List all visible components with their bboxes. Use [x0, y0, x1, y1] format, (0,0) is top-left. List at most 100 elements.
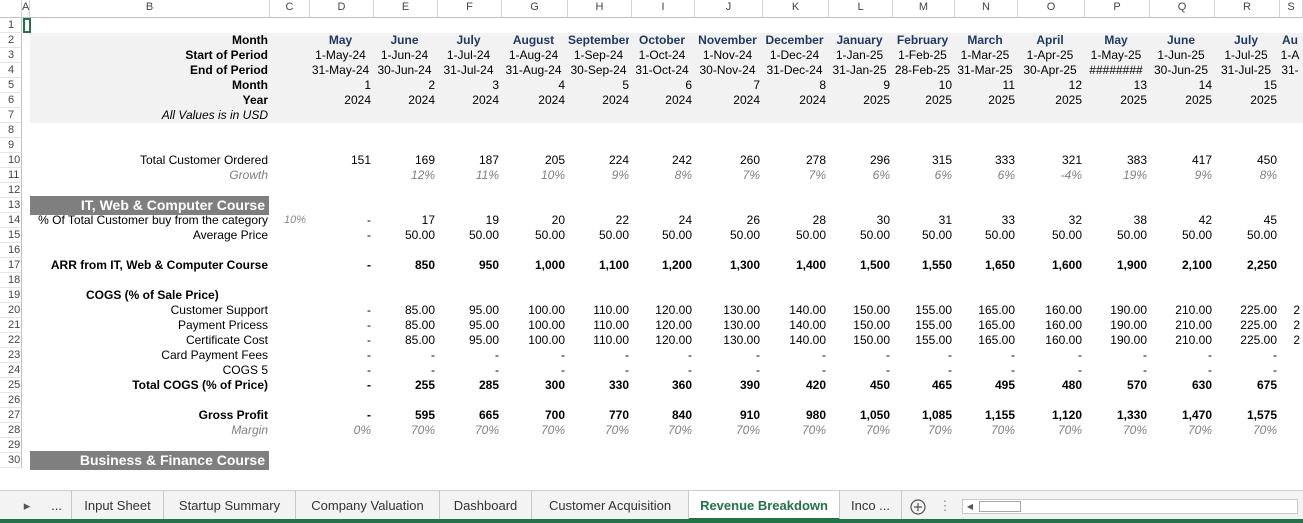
value-cell[interactable]: 285 [438, 378, 499, 393]
value-cell[interactable]: - [438, 363, 499, 378]
value-cell[interactable]: 140.00 [763, 333, 826, 348]
value-cell[interactable]: 50.00 [1085, 228, 1147, 243]
start-date-cell[interactable]: 1-May-24 [310, 48, 371, 63]
row-header[interactable]: 5 [0, 78, 22, 93]
value-cell[interactable]: 1,300 [695, 258, 760, 273]
value-cell[interactable]: 32 [1018, 213, 1082, 228]
tab-company-valuation[interactable]: Company Valuation [296, 491, 440, 521]
value-cell[interactable]: -4% [1018, 168, 1082, 183]
value-cell[interactable]: 1,400 [763, 258, 826, 273]
value-cell[interactable]: 210.00 [1150, 333, 1212, 348]
value-cell[interactable]: 1,575 [1215, 408, 1277, 423]
value-cell[interactable]: 225.00 [1215, 318, 1277, 333]
value-cell[interactable]: - [374, 363, 435, 378]
value-cell[interactable]: 1,650 [955, 258, 1015, 273]
row-header[interactable]: 19 [0, 288, 22, 303]
value-cell[interactable]: 70% [893, 423, 952, 438]
month-number-cell[interactable]: 4 [502, 78, 565, 93]
value-cell[interactable]: - [1150, 363, 1212, 378]
month-number-cell[interactable]: 5 [568, 78, 629, 93]
year-cell[interactable] [1280, 93, 1300, 108]
horizontal-scrollbar[interactable]: ◀ [962, 499, 1298, 514]
year-cell[interactable]: 2024 [695, 93, 760, 108]
start-date-cell[interactable]: 1-Jun-25 [1150, 48, 1212, 63]
value-cell[interactable]: 480 [1018, 378, 1082, 393]
month-number-cell[interactable]: 6 [632, 78, 692, 93]
start-date-cell[interactable]: 1-Sep-24 [568, 48, 629, 63]
value-cell[interactable]: 210.00 [1150, 318, 1212, 333]
start-date-cell[interactable]: 1-Feb-25 [893, 48, 952, 63]
month-name-cell[interactable]: May [310, 33, 371, 48]
end-date-cell[interactable]: 31-Mar-25 [955, 63, 1015, 78]
column-header[interactable]: G [502, 0, 568, 18]
year-cell[interactable]: 2024 [374, 93, 435, 108]
value-cell[interactable]: 95.00 [438, 303, 499, 318]
column-header[interactable]: R [1215, 0, 1280, 18]
column-header[interactable]: Q [1150, 0, 1215, 18]
month-name-cell[interactable]: August [502, 33, 565, 48]
column-header[interactable]: J [695, 0, 763, 18]
value-cell[interactable]: - [438, 348, 499, 363]
value-cell[interactable]: 2 [1280, 333, 1300, 348]
value-cell[interactable]: 26 [695, 213, 760, 228]
value-cell[interactable]: - [502, 348, 565, 363]
column-header[interactable]: H [568, 0, 632, 18]
row-header[interactable]: 21 [0, 318, 22, 333]
column-header[interactable]: C [270, 0, 310, 18]
more-tabs-left-button[interactable]: ... [42, 491, 72, 521]
value-cell[interactable]: 300 [502, 378, 565, 393]
start-date-cell[interactable]: 1-Jul-24 [438, 48, 499, 63]
column-header[interactable]: D [310, 0, 374, 18]
value-cell[interactable]: 19% [1085, 168, 1147, 183]
value-cell[interactable]: 321 [1018, 153, 1082, 168]
value-cell[interactable]: 9% [568, 168, 629, 183]
end-date-cell[interactable]: 30-Jun-24 [374, 63, 435, 78]
value-cell[interactable]: - [502, 363, 565, 378]
value-cell[interactable]: 675 [1215, 378, 1277, 393]
value-cell[interactable]: 155.00 [893, 318, 952, 333]
value-cell[interactable]: 190.00 [1085, 303, 1147, 318]
row-header[interactable]: 17 [0, 258, 22, 273]
row-header[interactable]: 27 [0, 408, 22, 423]
month-name-cell[interactable]: December [763, 33, 826, 48]
value-cell[interactable]: - [310, 408, 371, 423]
month-name-cell[interactable]: October [632, 33, 692, 48]
value-cell[interactable]: 50.00 [374, 228, 435, 243]
value-cell[interactable]: 140.00 [763, 318, 826, 333]
row-header[interactable]: 6 [0, 93, 22, 108]
value-cell[interactable]: 70% [1215, 423, 1277, 438]
month-number-cell[interactable]: 11 [955, 78, 1015, 93]
value-cell[interactable]: 225.00 [1215, 333, 1277, 348]
year-cell[interactable]: 2025 [829, 93, 890, 108]
year-cell[interactable]: 2024 [568, 93, 629, 108]
month-number-cell[interactable]: 7 [695, 78, 760, 93]
value-cell[interactable]: 95.00 [438, 318, 499, 333]
month-name-cell[interactable]: September [568, 33, 629, 48]
row-header[interactable]: 18 [0, 273, 22, 288]
value-cell[interactable]: 70% [502, 423, 565, 438]
row-header[interactable]: 23 [0, 348, 22, 363]
value-cell[interactable]: 85.00 [374, 333, 435, 348]
value-cell[interactable]: 1,155 [955, 408, 1015, 423]
month-name-cell[interactable]: July [438, 33, 499, 48]
value-cell[interactable]: 665 [438, 408, 499, 423]
value-cell[interactable]: 1,200 [632, 258, 692, 273]
value-cell[interactable]: 38 [1085, 213, 1147, 228]
value-cell[interactable]: 850 [374, 258, 435, 273]
column-header[interactable]: K [763, 0, 829, 18]
end-date-cell[interactable]: 30-Jun-25 [1150, 63, 1212, 78]
value-cell[interactable]: 495 [955, 378, 1015, 393]
value-cell[interactable]: 390 [695, 378, 760, 393]
month-name-cell[interactable]: January [829, 33, 890, 48]
value-cell[interactable]: - [310, 258, 371, 273]
value-cell[interactable]: 417 [1150, 153, 1212, 168]
value-cell[interactable]: 9% [1150, 168, 1212, 183]
row-header[interactable]: 13 [0, 198, 22, 213]
value-cell[interactable]: 45 [1215, 213, 1277, 228]
month-number-cell[interactable]: 1 [310, 78, 371, 93]
value-cell[interactable]: 50.00 [893, 228, 952, 243]
value-cell[interactable]: 2,100 [1150, 258, 1212, 273]
value-cell[interactable]: 155.00 [893, 303, 952, 318]
month-number-cell[interactable]: 12 [1018, 78, 1082, 93]
row-header[interactable]: 7 [0, 108, 22, 123]
